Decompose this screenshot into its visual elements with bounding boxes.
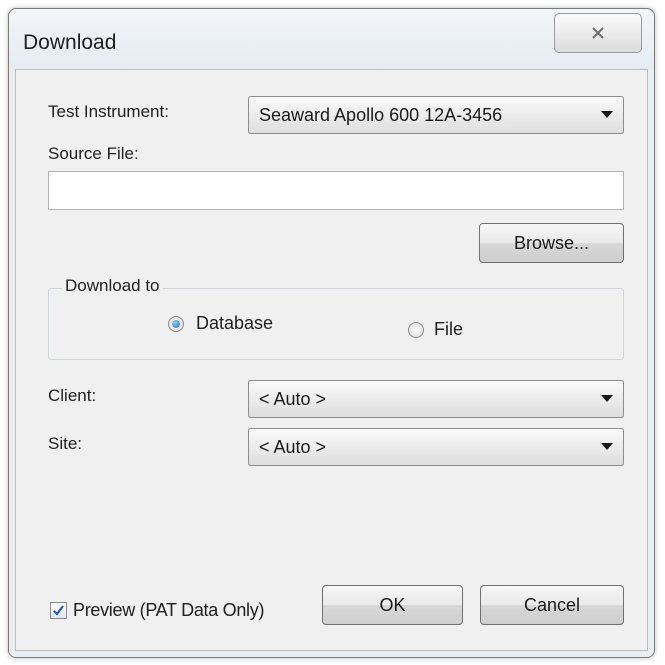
- test-instrument-value: Seaward Apollo 600 12A-3456: [259, 104, 503, 125]
- chevron-down-icon: [601, 111, 613, 118]
- test-instrument-label: Test Instrument:: [48, 102, 169, 121]
- radio-file[interactable]: [408, 322, 424, 338]
- chevron-down-icon: [601, 395, 613, 402]
- cancel-button[interactable]: Cancel: [480, 585, 624, 625]
- close-button[interactable]: [554, 13, 642, 53]
- site-dropdown[interactable]: < Auto >: [248, 428, 624, 466]
- dialog-body: Test Instrument: Seaward Apollo 600 12A-…: [15, 69, 648, 651]
- chevron-down-icon: [601, 443, 613, 450]
- site-label: Site:: [48, 434, 83, 453]
- download-to-title: Download to: [62, 276, 163, 296]
- close-icon: [592, 27, 604, 39]
- radio-file-label[interactable]: File: [434, 319, 463, 340]
- client-value: < Auto >: [259, 388, 327, 409]
- download-to-group: [48, 288, 624, 360]
- browse-button[interactable]: Browse...: [479, 223, 624, 263]
- client-dropdown[interactable]: < Auto >: [248, 380, 624, 418]
- source-file-label: Source File:: [48, 144, 139, 163]
- source-file-input[interactable]: [48, 171, 624, 210]
- preview-label[interactable]: Preview (PAT Data Only): [73, 600, 264, 621]
- download-dialog: Download Test Instrument: Seaward Apollo…: [8, 8, 655, 658]
- test-instrument-dropdown[interactable]: Seaward Apollo 600 12A-3456: [248, 96, 624, 134]
- radio-database[interactable]: [168, 316, 184, 332]
- checkmark-icon: [53, 605, 64, 616]
- title-bar[interactable]: Download: [9, 9, 654, 69]
- preview-checkbox[interactable]: [50, 602, 67, 619]
- site-value: < Auto >: [259, 436, 327, 457]
- ok-button[interactable]: OK: [322, 585, 463, 625]
- window-title: Download: [23, 31, 117, 54]
- client-label: Client:: [48, 386, 97, 405]
- radio-database-label[interactable]: Database: [196, 313, 273, 334]
